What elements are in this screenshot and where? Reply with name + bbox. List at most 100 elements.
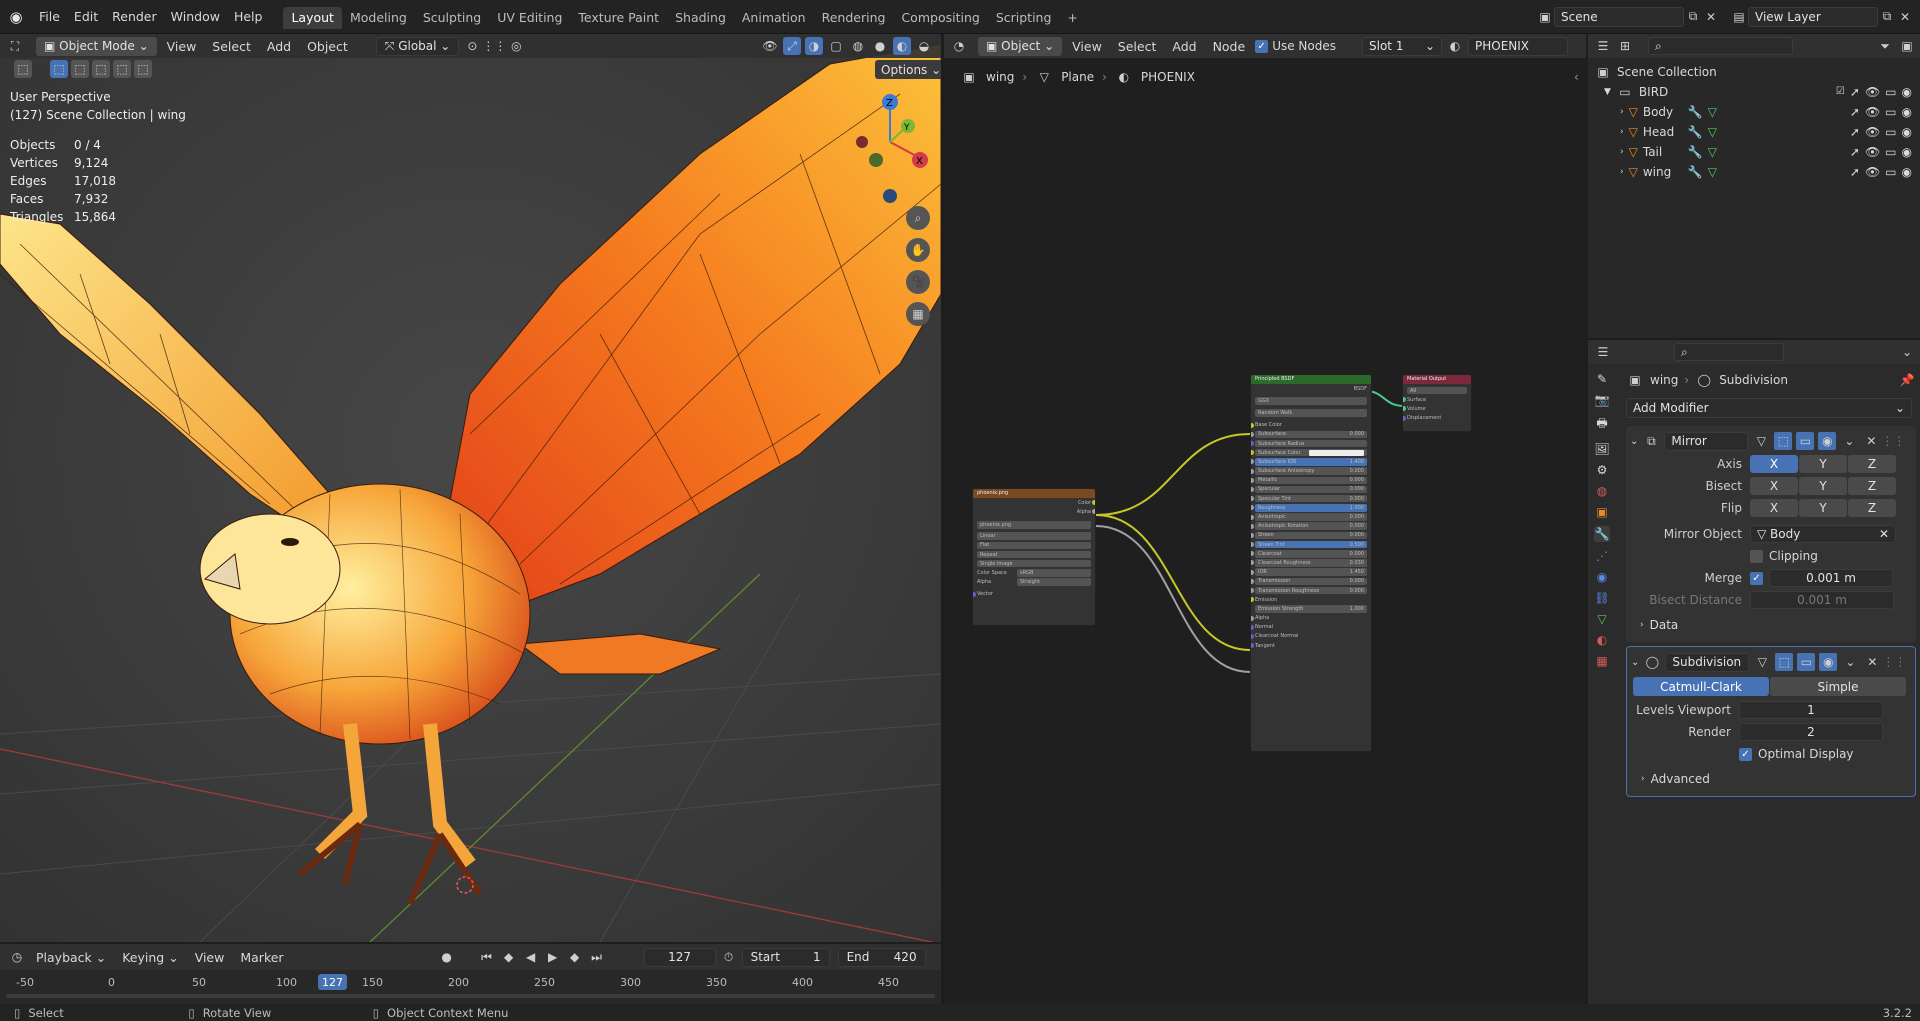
bisect-y-toggle[interactable]: Y (1799, 477, 1847, 495)
pivot-icon[interactable]: ⊙ (463, 37, 481, 55)
input-socket[interactable] (1251, 477, 1254, 483)
clear-object-icon[interactable]: ✕ (1879, 527, 1889, 541)
distribution-dropdown[interactable]: GGX (1255, 397, 1367, 405)
material-output-node[interactable]: Material Output All Surface Volume Displ… (1402, 374, 1472, 432)
source-dropdown[interactable]: Single Image (977, 559, 1091, 568)
xray-icon[interactable]: ▢ (827, 37, 845, 55)
on-cage-icon[interactable]: ▽ (1753, 653, 1771, 671)
properties-options-icon[interactable]: ⌄ (1898, 343, 1916, 361)
render-camera-icon[interactable]: ◉ (1902, 162, 1912, 182)
editor-type-icon[interactable]: ⛶ (6, 37, 24, 55)
timeline-editor-icon[interactable]: ◷ (8, 948, 26, 966)
catmull-clark-button[interactable]: Catmull-Clark (1633, 677, 1769, 696)
modifier-tab-icon[interactable]: 🔧 (1593, 526, 1611, 542)
tab-modeling[interactable]: Modeling (342, 7, 415, 29)
merge-checkbox[interactable]: ✓ (1750, 571, 1763, 585)
expand-icon[interactable]: › (1620, 142, 1624, 162)
subsurface-method-dropdown[interactable]: Random Walk (1255, 409, 1367, 417)
eye-icon[interactable]: 👁 (1865, 142, 1880, 162)
viewport-menu-object[interactable]: Object (301, 39, 354, 54)
input-socket[interactable] (1251, 588, 1254, 594)
bsdf-input-field[interactable]: Anisotropic Rotation 0.000 (1255, 522, 1367, 530)
play-icon[interactable]: ▶ (544, 948, 562, 966)
render-camera-icon[interactable]: ◉ (1902, 142, 1912, 162)
menu-window[interactable]: Window (164, 0, 227, 34)
mirror-name-field[interactable]: Mirror (1664, 431, 1749, 451)
record-icon[interactable]: ● (438, 948, 456, 966)
navigation-gizmo[interactable]: Z X Y (850, 86, 940, 206)
delete-view-layer-icon[interactable]: ✕ (1896, 8, 1914, 26)
tab-sculpting[interactable]: Sculpting (415, 7, 489, 29)
bsdf-input-field[interactable]: Sheen 0.000 (1255, 531, 1367, 540)
playhead-frame[interactable]: 127 (318, 974, 347, 990)
expand-icon[interactable]: › (1620, 102, 1624, 122)
subdivision-menu-icon[interactable]: ⌄ (1841, 653, 1859, 671)
tab-animation[interactable]: Animation (734, 7, 814, 29)
realtime-icon[interactable]: ▭ (1796, 432, 1815, 450)
view-layer-field[interactable]: View Layer (1748, 6, 1878, 27)
normal-socket[interactable] (1251, 624, 1254, 630)
mode-dropdown[interactable]: ▣ Object Mode ⌄ (36, 36, 157, 56)
preview-range-icon[interactable]: ⏱ (720, 948, 738, 966)
zoom-icon[interactable]: ⌕ (906, 206, 930, 230)
bsdf-input-field[interactable]: Subsurface Color (1255, 448, 1367, 457)
select-arrow-icon[interactable]: ➚ (1850, 102, 1860, 122)
input-socket[interactable] (1251, 578, 1254, 584)
input-socket[interactable] (1251, 496, 1254, 502)
tab-uv-editing[interactable]: UV Editing (489, 7, 570, 29)
bsdf-input-field[interactable]: Anisotropic 0.000 (1255, 513, 1367, 521)
gizmo-toggle-icon[interactable]: ⤢ (783, 37, 801, 55)
output-tab-icon[interactable]: 🖶 (1596, 414, 1607, 435)
viewport-menu-select[interactable]: Select (206, 39, 257, 54)
render-toggle-icon[interactable]: ◉ (1819, 653, 1838, 671)
bsdf-input-field[interactable]: Subsurface IOR 1.400 (1255, 458, 1367, 466)
menu-file[interactable]: File (32, 0, 67, 34)
eye-icon[interactable]: 👁 (1865, 122, 1880, 142)
realtime-icon[interactable]: ▭ (1797, 653, 1816, 671)
outliner-item[interactable]: › ▽ Body 🔧 ▽ ➚ 👁 ▭ ◉ (1594, 102, 1920, 122)
axis-y-toggle[interactable]: Y (1799, 455, 1847, 473)
simple-button[interactable]: Simple (1770, 677, 1906, 696)
expand-icon[interactable]: ▼ (1604, 82, 1611, 102)
editmode-icon[interactable]: ⬚ (1775, 653, 1794, 671)
bsdf-input-field[interactable]: Sheen Tint 0.500 (1255, 540, 1367, 549)
render-tab-icon[interactable]: 📷 (1595, 393, 1610, 407)
eye-icon[interactable]: 👁 (1865, 102, 1880, 122)
select-box-icon[interactable]: ⬚ (14, 60, 32, 78)
optimal-display-checkbox[interactable]: ✓ (1739, 747, 1752, 761)
delete-scene-icon[interactable]: ✕ (1702, 8, 1720, 26)
rendered-shading-icon[interactable]: ◒ (915, 37, 933, 55)
collapse-mirror-icon[interactable]: ⌄ (1630, 436, 1638, 447)
particles-tab-icon[interactable]: ⋰ (1596, 549, 1608, 563)
new-scene-icon[interactable]: ⧉ (1684, 8, 1702, 26)
jump-start-icon[interactable]: ⏮ (478, 948, 496, 966)
viewport-scene[interactable] (0, 34, 941, 942)
bsdf-input-field[interactable]: IOR 1.450 (1255, 568, 1367, 576)
tab-scripting[interactable]: Scripting (988, 7, 1060, 29)
menu-help[interactable]: Help (227, 0, 270, 34)
input-socket[interactable] (1251, 468, 1254, 474)
input-socket[interactable] (1251, 514, 1254, 520)
input-socket[interactable] (1251, 560, 1254, 566)
mirror-object-field[interactable]: ▽ Body ✕ (1750, 525, 1896, 543)
input-socket[interactable] (1251, 523, 1254, 529)
input-socket[interactable] (1251, 459, 1254, 465)
select-new-icon[interactable]: ⬚ (50, 60, 68, 78)
axis-x-toggle[interactable]: X (1750, 455, 1798, 473)
add-modifier-dropdown[interactable]: Add Modifier ⌄ (1626, 398, 1912, 418)
tab-rendering[interactable]: Rendering (814, 7, 894, 29)
image-texture-node[interactable]: phoenix.png Color Alpha phoenix.png Line… (972, 488, 1096, 626)
timeline-menu-view[interactable]: View (189, 950, 231, 965)
wireframe-shading-icon[interactable]: ◍ (849, 37, 867, 55)
overlay-icon[interactable]: ◑ (805, 37, 823, 55)
add-workspace-button[interactable]: + (1059, 7, 1085, 29)
viewport-area[interactable]: ⛶ ▣ Object Mode ⌄ View Select Add Object… (0, 34, 941, 942)
scene-icon[interactable]: ▣ (1536, 8, 1554, 26)
bsdf-input-field[interactable]: Clearcoat Roughness 0.030 (1255, 559, 1367, 567)
menu-edit[interactable]: Edit (67, 0, 105, 34)
select-arrow-icon[interactable]: ➚ (1850, 162, 1860, 182)
input-socket[interactable] (1251, 431, 1254, 437)
input-socket[interactable] (1251, 532, 1254, 538)
input-socket[interactable] (1251, 486, 1254, 492)
modifier-icon[interactable]: 🔧 (1688, 122, 1703, 142)
